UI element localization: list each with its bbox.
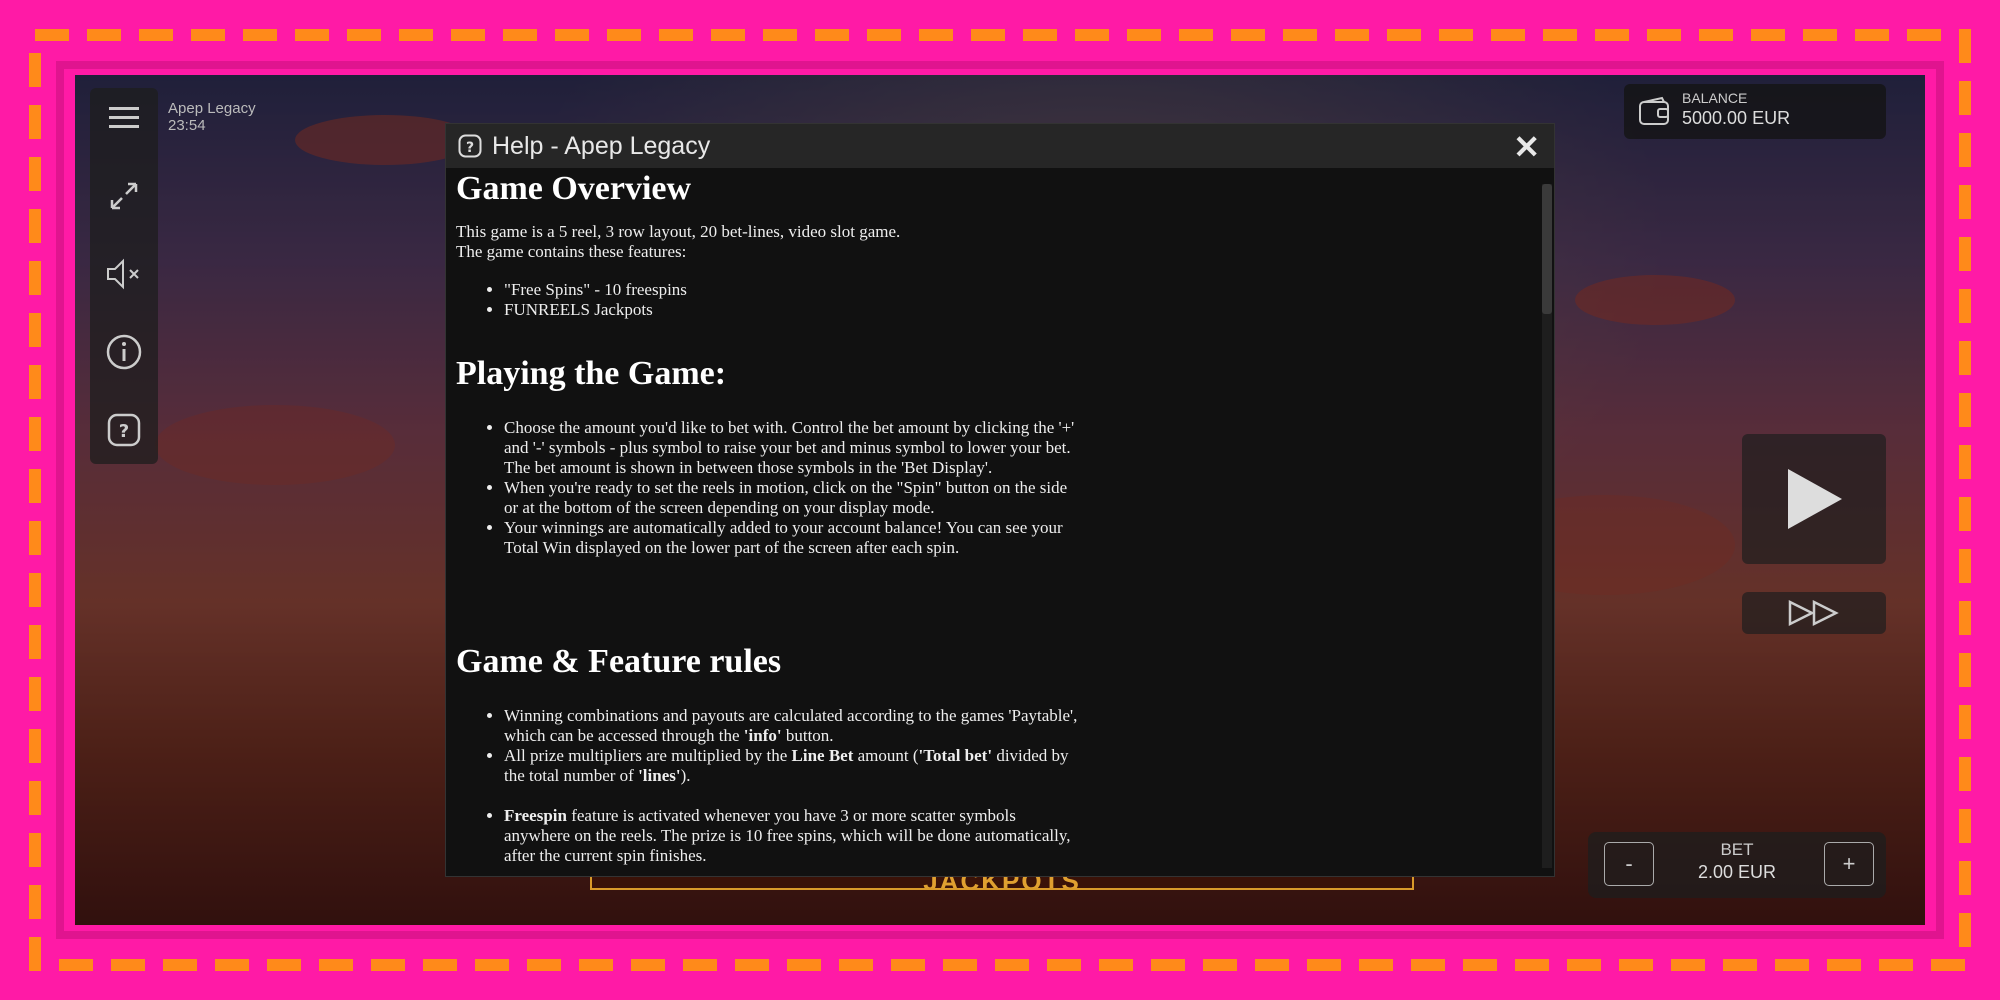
section-heading-playing: Playing the Game:	[456, 355, 727, 392]
fullscreen-icon	[110, 182, 138, 210]
close-button[interactable]: ✕	[1513, 128, 1540, 166]
help-button[interactable]: ?	[90, 400, 158, 460]
bet-panel: - BET 2.00 EUR +	[1588, 832, 1886, 898]
feature-list: "Free Spins" - 10 freespins FUNREELS Jac…	[456, 280, 1084, 320]
list-item: Winning combinations and payouts are cal…	[504, 706, 1084, 746]
list-item: When you're ready to set the reels in mo…	[504, 478, 1084, 518]
balance-panel: BALANCE 5000.00 EUR	[1624, 84, 1886, 139]
fast-forward-icon	[1788, 599, 1839, 627]
section-heading-overview: Game Overview	[456, 170, 692, 207]
svg-text:?: ?	[119, 421, 129, 442]
scrollbar-thumb[interactable]	[1542, 184, 1552, 314]
game-info: Apep Legacy 23:54	[168, 100, 256, 134]
modal-title: Help - Apep Legacy	[492, 132, 711, 160]
game-name: Apep Legacy	[168, 100, 256, 117]
list-item: Choose the amount you'd like to bet with…	[504, 418, 1084, 478]
section-heading-rules: Game & Feature rules	[456, 643, 782, 680]
help-icon: ?	[458, 134, 482, 158]
info-button[interactable]	[90, 322, 158, 382]
overview-line-2: The game contains these features:	[456, 242, 687, 261]
overview-line-1: This game is a 5 reel, 3 row layout, 20 …	[456, 222, 901, 241]
info-icon	[106, 334, 142, 370]
wallet-icon	[1639, 96, 1669, 125]
fullscreen-button[interactable]	[90, 166, 158, 226]
list-item: Freespin feature is activated whenever y…	[504, 806, 1084, 866]
modal-header: ? Help - Apep Legacy ✕	[446, 124, 1554, 168]
list-item: "Free Spins" - 10 freespins	[504, 280, 1084, 300]
bet-increase-button[interactable]: +	[1824, 842, 1874, 886]
sound-muted-icon	[107, 258, 139, 290]
spin-button[interactable]	[1742, 434, 1886, 564]
sidebar: ?	[90, 88, 158, 464]
playing-list: Choose the amount you'd like to bet with…	[456, 418, 1084, 558]
sound-button[interactable]	[90, 244, 158, 304]
menu-icon	[109, 107, 139, 128]
list-item: FUNREELS Jackpots	[504, 300, 1084, 320]
help-modal: ? Help - Apep Legacy ✕ Game Overview Thi…	[445, 123, 1555, 877]
rules-list: Winning combinations and payouts are cal…	[456, 706, 1084, 866]
modal-scrollbar[interactable]	[1542, 184, 1552, 868]
play-icon	[1788, 469, 1842, 529]
list-item: All prize multipliers are multiplied by …	[504, 746, 1084, 786]
list-item: Your winnings are automatically added to…	[504, 518, 1084, 558]
help-content: Game Overview This game is a 5 reel, 3 r…	[456, 168, 1536, 872]
game-clock: 23:54	[168, 117, 206, 134]
balance-value: 5000.00 EUR	[1682, 108, 1791, 128]
turbo-button[interactable]	[1742, 592, 1886, 634]
svg-text:?: ?	[466, 140, 474, 156]
balance-label: BALANCE	[1682, 90, 1748, 106]
menu-button[interactable]	[90, 88, 158, 148]
help-icon: ?	[107, 413, 141, 447]
